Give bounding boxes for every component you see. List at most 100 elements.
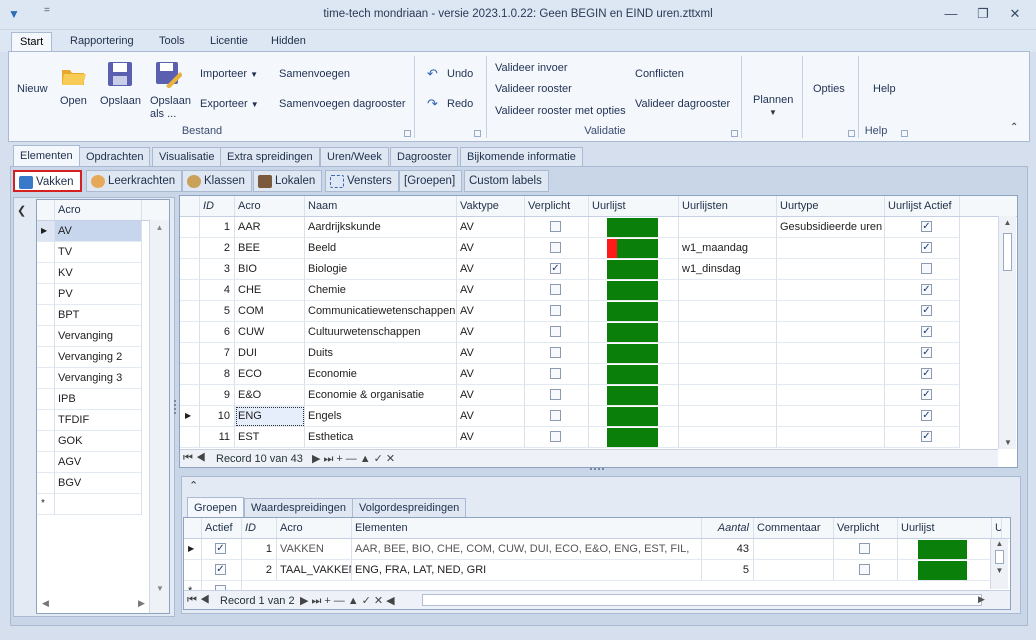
cell-uurlijsten[interactable] <box>679 406 777 427</box>
cell-uurlijst[interactable] <box>589 301 679 322</box>
header-naam[interactable]: Naam <box>305 196 457 216</box>
undo-button[interactable]: Undo <box>447 68 473 80</box>
subtab-vakken[interactable]: Vakken <box>13 170 82 192</box>
subtab-custom-labels[interactable]: Custom labels <box>464 170 549 192</box>
cell-uurlijst-actief[interactable]: ✓ <box>885 343 960 364</box>
cell-uurlijst-actief[interactable]: ✓ <box>885 301 960 322</box>
cell-verplicht[interactable]: ✓ <box>525 259 589 280</box>
cell-aantal[interactable]: 5 <box>702 560 754 581</box>
tab-waardespreidingen[interactable]: Waardespreidingen <box>244 498 353 518</box>
cell-uurlijst-actief[interactable]: ✓ <box>885 322 960 343</box>
nieuw-button[interactable]: Nieuw <box>17 83 48 95</box>
verplicht-checkbox[interactable] <box>550 367 561 379</box>
header-acro[interactable]: Acro <box>277 518 352 538</box>
cell-uurlijst[interactable] <box>589 259 679 280</box>
ribbon-tab-tools[interactable]: Tools <box>151 32 193 52</box>
opslaan-als-button[interactable]: Opslaan als ... <box>150 95 192 121</box>
tab-dagrooster[interactable]: Dagrooster <box>390 147 459 167</box>
cell-verplicht[interactable] <box>525 406 589 427</box>
cell-naam[interactable]: Duits <box>305 343 457 364</box>
table-row[interactable]: 11 EST Esthetica AV ✓ <box>180 427 1017 448</box>
cell-verplicht[interactable] <box>525 385 589 406</box>
ribbon-tab-start[interactable]: Start <box>11 32 53 52</box>
nav-first-prev-icon[interactable]: ⏮◀ <box>187 594 213 607</box>
samenvoegen-button[interactable]: Samenvoegen <box>279 68 350 80</box>
importeer-button[interactable]: Importeer ▼ <box>200 68 258 80</box>
verplicht-checkbox[interactable] <box>550 430 561 442</box>
cell-commentaar[interactable] <box>754 539 834 560</box>
actief-checkbox[interactable] <box>921 262 932 274</box>
open-folder-icon[interactable] <box>60 62 88 91</box>
cell-uurlijst[interactable] <box>898 539 992 560</box>
cell-acro[interactable]: BIO <box>235 259 305 280</box>
scroll-thumb[interactable] <box>1003 233 1012 271</box>
header-uurlijsten[interactable]: Uurlijsten <box>679 196 777 216</box>
cell-verplicht[interactable] <box>525 343 589 364</box>
cell-vaktype[interactable]: AV <box>457 238 525 259</box>
actief-checkbox[interactable]: ✓ <box>921 220 932 232</box>
cell-acro[interactable]: AAR <box>235 217 305 238</box>
cell-actief[interactable]: ✓ <box>202 539 242 560</box>
tab-groepen[interactable]: Groepen <box>187 497 244 518</box>
cell-uurtype[interactable] <box>777 322 885 343</box>
table-row[interactable]: 1 AAR Aardrijkskunde AV Gesubsidieerde uren ✓ <box>180 217 1017 238</box>
dialog-launcher-icon[interactable] <box>404 130 411 137</box>
verplicht-checkbox[interactable] <box>550 409 561 421</box>
cell-uurlijst[interactable] <box>589 427 679 448</box>
cell-uurlijst[interactable] <box>589 364 679 385</box>
samenvoegen-dagrooster-button[interactable]: Samenvoegen dagrooster <box>279 98 406 110</box>
ribbon-tab-hidden[interactable]: Hidden <box>263 32 314 52</box>
new-row-cell[interactable] <box>55 494 142 515</box>
tab-uren-week[interactable]: Uren/Week <box>320 147 389 167</box>
undo-icon[interactable]: ↶ <box>427 66 438 82</box>
cell-uurlijst[interactable] <box>589 385 679 406</box>
conflicten-button[interactable]: Conflicten <box>635 68 684 80</box>
dialog-launcher-icon[interactable] <box>731 130 738 137</box>
cell-elementen[interactable]: ENG, FRA, LAT, NED, GRI <box>352 560 702 581</box>
cell-uurlijst-actief[interactable]: ✓ <box>885 280 960 301</box>
verplicht-checkbox[interactable] <box>550 388 561 400</box>
actief-checkbox[interactable]: ✓ <box>215 563 226 575</box>
cell-uurlijst[interactable] <box>589 343 679 364</box>
cell-acro[interactable]: ECO <box>235 364 305 385</box>
cell-uurlijst[interactable] <box>589 322 679 343</box>
cell-verplicht[interactable] <box>525 364 589 385</box>
table-row[interactable]: 5 COM Communicatiewetenschappen AV ✓ <box>180 301 1017 322</box>
cell-vaktype[interactable]: AV <box>457 322 525 343</box>
opties-button[interactable]: Opties <box>813 83 845 95</box>
header-uurlijst-actief[interactable]: Uurlijst Actief <box>885 196 960 216</box>
dialog-launcher-icon[interactable] <box>474 130 481 137</box>
cell-naam[interactable]: Economie & organisatie <box>305 385 457 406</box>
cell-uurlijst-actief[interactable]: ✓ <box>885 385 960 406</box>
cell-naam[interactable]: Engels <box>305 406 457 427</box>
valideer-invoer-button[interactable]: Valideer invoer <box>495 62 568 74</box>
collapse-ribbon-icon[interactable]: ⌃ <box>1010 122 1018 133</box>
header-uurlijst[interactable]: Uurlijst <box>898 518 992 538</box>
cell-uurtype[interactable] <box>777 385 885 406</box>
cell-uurlijst[interactable] <box>589 280 679 301</box>
cell-vaktype[interactable]: AV <box>457 406 525 427</box>
cell-vaktype[interactable]: AV <box>457 343 525 364</box>
table-row[interactable]: 4 CHE Chemie AV ✓ <box>180 280 1017 301</box>
subtab-lokalen[interactable]: Lokalen <box>253 170 323 192</box>
dialog-launcher-icon[interactable] <box>901 130 908 137</box>
ribbon-tab-rapportering[interactable]: Rapportering <box>62 32 142 52</box>
nav-first-prev-icon[interactable]: ⏮◀ <box>183 452 209 465</box>
cell-uurlijst[interactable] <box>589 238 679 259</box>
table-row[interactable]: ✓ 2 TAAL_VAKKEN ENG, FRA, LAT, NED, GRI 5 <box>184 560 1010 581</box>
cell-uurtype[interactable] <box>777 280 885 301</box>
cell-uurlijsten[interactable] <box>679 385 777 406</box>
cell-uurtype[interactable] <box>777 238 885 259</box>
help-button[interactable]: Help <box>873 83 896 95</box>
cell-uurlijst[interactable] <box>589 406 679 427</box>
verplicht-checkbox[interactable] <box>550 283 561 295</box>
tab-bijkomende-informatie[interactable]: Bijkomende informatie <box>460 147 583 167</box>
cell-acro[interactable]: E&O <box>235 385 305 406</box>
cell-uurtype[interactable] <box>777 406 885 427</box>
actief-checkbox[interactable]: ✓ <box>921 388 932 400</box>
cell-vaktype[interactable]: AV <box>457 364 525 385</box>
actief-checkbox[interactable]: ✓ <box>921 304 932 316</box>
verplicht-checkbox[interactable] <box>550 220 561 232</box>
cell-acro[interactable]: CHE <box>235 280 305 301</box>
scroll-right-icon[interactable]: ▶ <box>138 598 145 609</box>
